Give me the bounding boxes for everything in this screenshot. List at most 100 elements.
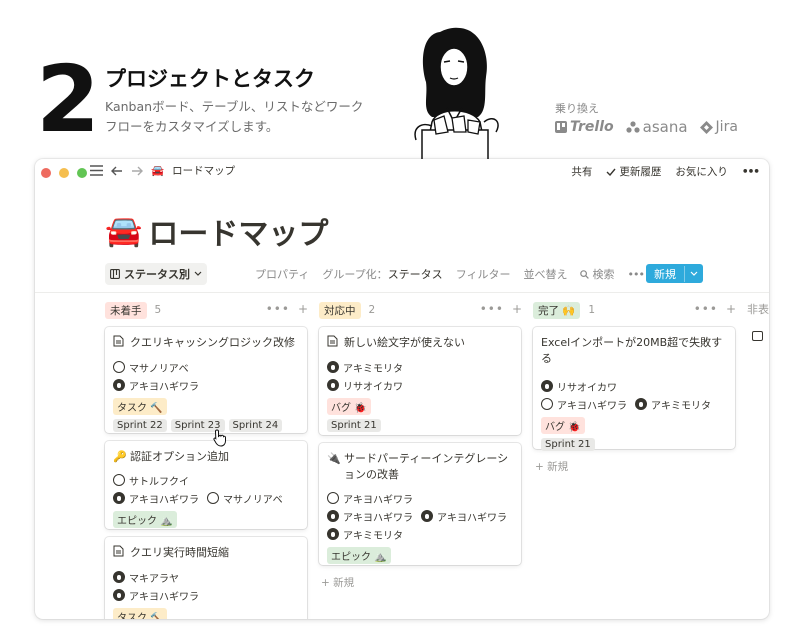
jira-logo: Jira — [699, 119, 738, 135]
app-window: 🚘 ロードマップ 共有 更新履歴 お気に入り ••• 🚘 ロードマップ ステータ… — [35, 159, 769, 619]
avatar — [113, 474, 125, 486]
board-card[interactable]: 🔑 認証オプション追加 サトルフクイ アキヨハギワラ マサノリアベ エピック ⛰️ — [105, 441, 307, 529]
column-more-icon[interactable]: ••• — [266, 302, 290, 316]
avatar — [541, 398, 553, 410]
page-icon — [113, 335, 126, 352]
sort-button[interactable]: 並べ替え — [523, 266, 567, 282]
type-tag: タスク 🔨 — [113, 608, 167, 619]
page-title: 🚘 ロードマップ — [105, 209, 328, 253]
inbox-icon[interactable] — [752, 331, 763, 341]
step-number: 2 — [36, 46, 101, 153]
avatar — [421, 510, 433, 522]
avatar — [327, 510, 339, 522]
column-count: 2 — [368, 304, 376, 316]
asana-logo: asana — [626, 118, 688, 136]
sprint-tag: Sprint 21 — [327, 419, 381, 432]
board-card[interactable]: クエリ実行時間短縮 マキアラヤ アキヨハギワラ タスク 🔨 — [105, 537, 307, 619]
asana-icon — [626, 121, 640, 133]
avatar — [207, 492, 219, 504]
new-item-button[interactable]: 新規 — [646, 264, 703, 283]
avatar — [113, 571, 125, 583]
properties-button[interactable]: プロパティ — [255, 266, 309, 282]
avatar — [327, 528, 339, 540]
migration-logos: Trello asana Jira — [555, 118, 738, 136]
title-bar: 🚘 ロードマップ 共有 更新履歴 お気に入り ••• — [35, 159, 769, 185]
board-card[interactable]: Excelインポートが20MB超で失敗する リサオイカワ アキヨハギワラ アキミ… — [533, 327, 735, 451]
type-tag: タスク 🔨 — [113, 398, 167, 415]
trello-icon — [555, 121, 567, 133]
page-icon — [113, 545, 126, 562]
group-by-button[interactable]: グループ化：ステータス — [322, 266, 442, 282]
board-card[interactable]: クエリキャッシングロジック改修 マサノリアベ アキヨハギワラ タスク 🔨 Spr… — [105, 327, 307, 433]
column-status-tag[interactable]: 対応中 — [319, 301, 361, 319]
column-add-icon[interactable]: + — [298, 302, 309, 316]
favorite-button[interactable]: お気に入り — [675, 164, 728, 179]
type-tag: エピック ⛰️ — [113, 511, 177, 528]
breadcrumb-emoji: 🚘 — [151, 165, 165, 177]
avatar — [327, 379, 339, 391]
column-more-icon[interactable]: ••• — [480, 302, 504, 316]
avatar — [635, 398, 647, 410]
back-arrow-icon[interactable] — [111, 166, 123, 176]
column-add-icon[interactable]: + — [726, 302, 737, 316]
plug-icon: 🔌 — [327, 452, 341, 465]
share-button[interactable]: 共有 — [571, 164, 592, 179]
page-emoji[interactable]: 🚘 — [105, 214, 142, 249]
column-status-tag[interactable]: 完了 🙌 — [533, 301, 581, 319]
board-column-in-progress: 対応中 2 ••• + 新しい絵文字が使えない アキミモリタ リサオイカワ バグ … — [319, 301, 523, 589]
sprint-tag: Sprint 21 — [541, 438, 595, 451]
board-column-todo: 未着手 5 ••• + クエリキャッシングロジック改修 マサノリアベ アキヨハギワ… — [105, 301, 309, 619]
more-options-button[interactable]: ••• — [742, 166, 760, 178]
hero-description: Kanbanボード、テーブル、リストなどワークフローをカスタマイズします。 — [105, 99, 364, 134]
maximize-window-button[interactable] — [77, 168, 87, 178]
database-toolbar: ステータス別 プロパティ グループ化：ステータス フィルター 並べ替え 検索 •… — [105, 262, 769, 286]
avatar — [541, 380, 553, 392]
trello-logo: Trello — [555, 119, 614, 135]
avatar — [113, 379, 125, 391]
breadcrumb[interactable]: ロードマップ — [172, 163, 235, 178]
board-card[interactable]: 🔌 サードパーティーインテグレーションの改善 アキヨハギワラ アキヨハギワラ アキ… — [319, 443, 521, 565]
key-icon: 🔑 — [113, 450, 127, 463]
type-tag: バグ 🐞 — [327, 398, 371, 415]
avatar — [113, 361, 125, 373]
avatar — [327, 492, 339, 504]
chevron-down-icon — [690, 271, 698, 276]
filter-button[interactable]: フィルター — [456, 266, 511, 282]
sprint-tag: Sprint 24 — [228, 419, 283, 432]
new-dropdown-chevron[interactable] — [685, 267, 703, 280]
history-button[interactable]: 更新履歴 — [606, 164, 661, 179]
toolbar-more-button[interactable]: ••• — [627, 268, 644, 281]
search-button[interactable]: 検索 — [580, 266, 614, 282]
forward-arrow-icon[interactable] — [131, 166, 143, 176]
avatar — [113, 589, 125, 601]
avatar — [113, 492, 125, 504]
column-status-tag[interactable]: 未着手 — [105, 301, 147, 319]
close-window-button[interactable] — [41, 168, 51, 178]
hero-title: プロジェクトとタスク — [105, 67, 315, 91]
column-count: 1 — [588, 304, 596, 316]
view-selector[interactable]: ステータス別 — [105, 263, 207, 285]
type-tag: バグ 🐞 — [541, 417, 585, 434]
column-header: 完了 🙌 1 ••• + — [533, 301, 737, 319]
add-card-button[interactable]: + 新規 — [535, 459, 568, 474]
page-title-text[interactable]: ロードマップ — [148, 209, 328, 253]
column-count: 5 — [154, 304, 162, 316]
board-card[interactable]: 新しい絵文字が使えない アキミモリタ リサオイカワ バグ 🐞 Sprint 21 — [319, 327, 521, 435]
hero-section: 2 プロジェクトとタスク Kanbanボード、テーブル、リストなどワークフローを… — [0, 0, 800, 162]
hidden-groups-label[interactable]: 非表 — [747, 301, 769, 317]
minimize-window-button[interactable] — [59, 168, 69, 178]
add-card-button[interactable]: + 新規 — [321, 575, 354, 590]
toolbar-divider — [35, 292, 769, 293]
page-icon — [327, 335, 340, 352]
board-view-icon — [110, 269, 120, 279]
column-add-icon[interactable]: + — [512, 302, 523, 316]
avatar — [327, 361, 339, 373]
sprint-tag: Sprint 22 — [113, 419, 167, 432]
switch-label: 乗り換え — [555, 102, 599, 115]
check-icon — [606, 168, 616, 176]
board-column-done: 完了 🙌 1 ••• + Excelインポートが20MB超で失敗する リサオイカワ… — [533, 301, 737, 473]
column-more-icon[interactable]: ••• — [694, 302, 718, 316]
menu-icon[interactable] — [90, 165, 103, 176]
chevron-down-icon — [194, 271, 202, 276]
type-tag: エピック ⛰️ — [327, 547, 391, 564]
